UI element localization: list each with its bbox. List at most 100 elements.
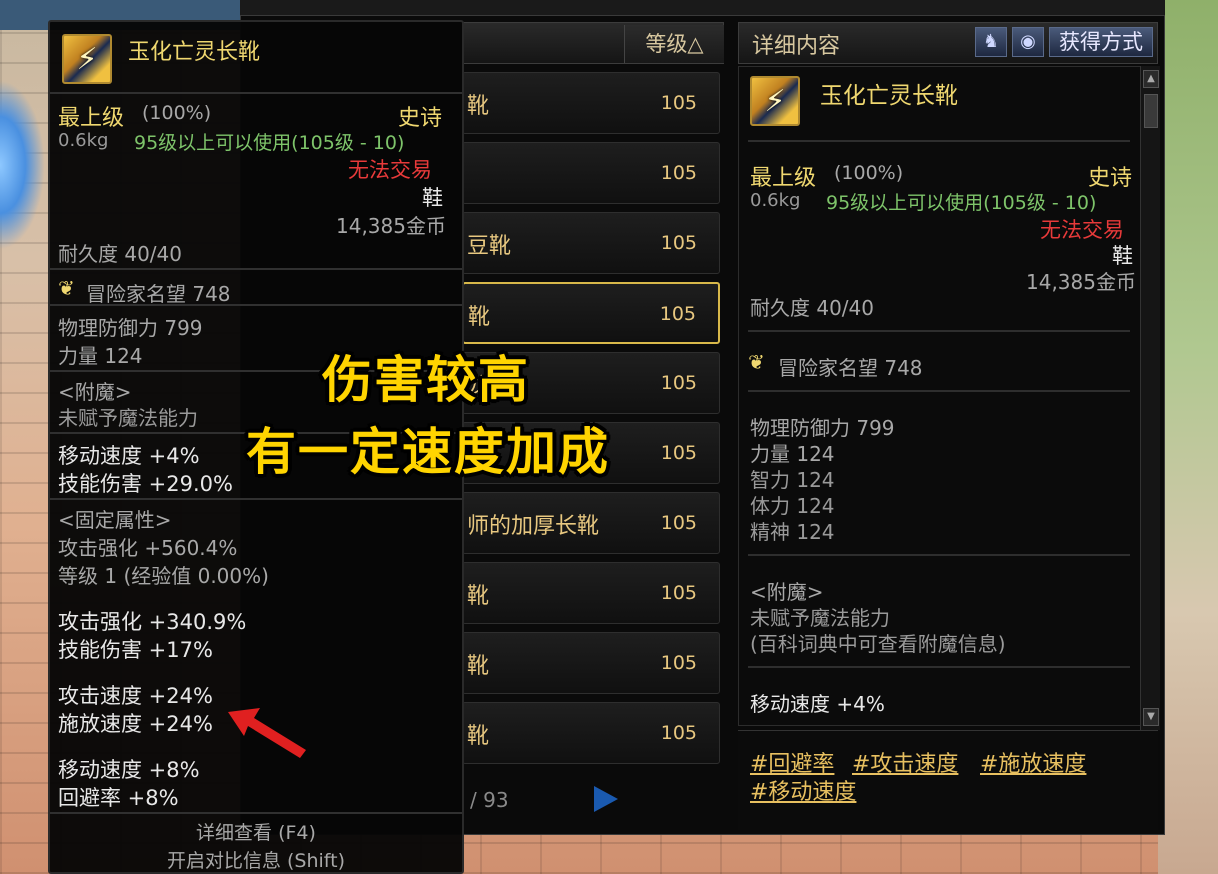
eye-icon[interactable]: ◉ bbox=[1012, 27, 1044, 57]
tooltip-fame: 冒险家名望 748 bbox=[86, 282, 231, 306]
fame-icon: ❦ bbox=[58, 276, 75, 300]
caption-line-2: 有一定速度加成 bbox=[246, 423, 610, 481]
tooltip-item-name: 玉化亡灵长靴 bbox=[128, 40, 261, 65]
list-item-level: 105 bbox=[660, 512, 697, 534]
divider bbox=[748, 140, 1130, 142]
fame-icon: ❦ bbox=[748, 350, 765, 374]
page-indicator: / 93 bbox=[470, 788, 509, 812]
tooltip-attack-boost: 攻击强化 +560.4% bbox=[58, 536, 238, 560]
tag-link[interactable]: #施放速度 bbox=[980, 746, 1086, 778]
background-foliage bbox=[1158, 0, 1218, 874]
detail-durability: 耐久度 40/40 bbox=[750, 296, 874, 320]
tooltip-move-speed: 移动速度 +4% bbox=[58, 444, 200, 468]
list-item-name: 师的加厚长靴 bbox=[467, 514, 600, 539]
detail-price: 14,385金币 bbox=[1026, 270, 1136, 294]
list-item-name: 靴 bbox=[467, 724, 490, 749]
background-glow bbox=[0, 80, 45, 250]
detail-enchant-none: 未赋予魔法能力 bbox=[750, 606, 890, 630]
list-item-level: 105 bbox=[660, 582, 697, 604]
tooltip-weight: 0.6kg bbox=[58, 130, 109, 151]
divider bbox=[50, 304, 462, 306]
list-item-selected[interactable]: 靴 105 bbox=[462, 282, 720, 344]
tooltip-attack-speed: 攻击速度 +24% bbox=[58, 684, 213, 708]
list-item-level: 105 bbox=[659, 303, 696, 325]
list-item-level: 105 bbox=[660, 722, 697, 744]
tooltip-requirement: 95级以上可以使用(105级 - 10) bbox=[134, 132, 405, 154]
divider bbox=[50, 92, 462, 94]
detail-scrollbar[interactable]: ▲ ▼ bbox=[1140, 66, 1160, 730]
tooltip-grade-pct: (100%) bbox=[142, 102, 212, 124]
tooltip-strength: 力量 124 bbox=[58, 344, 143, 368]
list-item-level: 105 bbox=[660, 232, 697, 254]
divider bbox=[50, 498, 462, 500]
detail-stat: 体力 124 bbox=[750, 494, 835, 518]
detail-title: 详细内容 bbox=[752, 34, 841, 59]
caption-line-1: 伤害较高 bbox=[322, 351, 530, 409]
tooltip-slot: 鞋 bbox=[422, 186, 443, 210]
detail-move-speed: 移动速度 +4% bbox=[750, 692, 885, 716]
tag-link[interactable]: #移动速度 bbox=[750, 774, 856, 806]
divider bbox=[748, 330, 1130, 332]
list-item-name: 豆靴 bbox=[467, 234, 512, 259]
list-item[interactable]: 105 bbox=[462, 142, 720, 204]
list-item-level: 105 bbox=[660, 162, 697, 184]
tooltip-evasion: 回避率 +8% bbox=[58, 786, 179, 810]
tooltip-level-exp: 等级 1 (经验值 0.00%) bbox=[58, 564, 269, 588]
detail-enchant-hint: (百科词典中可查看附魔信息) bbox=[750, 632, 1006, 656]
list-item-name: 靴 bbox=[467, 94, 490, 119]
tooltip-skill-damage: 技能伤害 +29.0% bbox=[58, 472, 233, 496]
detail-stat: 物理防御力 799 bbox=[750, 416, 895, 440]
detail-requirement: 95级以上可以使用(105级 - 10) bbox=[826, 192, 1097, 214]
tooltip-cast-speed: 施放速度 +24% bbox=[58, 712, 213, 736]
tooltip-price: 14,385金币 bbox=[336, 214, 446, 238]
tooltip-enchant-title: <附魔> bbox=[58, 380, 132, 404]
next-page-arrow-icon[interactable] bbox=[594, 786, 618, 812]
list-item-level: 105 bbox=[660, 442, 697, 464]
list-item-level: 105 bbox=[660, 372, 697, 394]
list-item[interactable]: 师的加厚长靴 105 bbox=[462, 492, 720, 554]
tooltip-grade: 最上级 bbox=[58, 106, 125, 131]
list-item[interactable]: 靴 105 bbox=[462, 72, 720, 134]
list-item-name: 靴 bbox=[467, 584, 490, 609]
tooltip-attack-boost: 攻击强化 +340.9% bbox=[58, 610, 247, 634]
scroll-down-icon[interactable]: ▼ bbox=[1143, 708, 1159, 726]
tag-link[interactable]: #攻击速度 bbox=[852, 746, 958, 778]
detail-item-name: 玉化亡灵长靴 bbox=[820, 83, 958, 109]
detail-grade-pct: (100%) bbox=[834, 162, 904, 184]
divider bbox=[50, 812, 462, 814]
list-item[interactable]: 靴 105 bbox=[462, 702, 720, 764]
list-item-name: 靴 bbox=[468, 305, 491, 330]
detail-grade: 最上级 bbox=[750, 166, 817, 191]
tooltip-footer-detail: 详细查看 (F4) bbox=[196, 822, 316, 844]
scroll-up-icon[interactable]: ▲ bbox=[1143, 70, 1159, 88]
window-top-bar bbox=[240, 0, 1165, 16]
acquisition-method-button[interactable]: 获得方式 bbox=[1049, 27, 1153, 57]
list-item-name: 靴 bbox=[467, 654, 490, 679]
list-item[interactable]: 靴 105 bbox=[462, 632, 720, 694]
tooltip-enchant-none: 未赋予魔法能力 bbox=[58, 406, 198, 430]
divider bbox=[50, 268, 462, 270]
divider bbox=[748, 666, 1130, 668]
scroll-thumb[interactable] bbox=[1144, 94, 1158, 128]
tooltip-rarity: 史诗 bbox=[398, 106, 443, 131]
sort-by-level-button[interactable]: 等级△ bbox=[624, 25, 724, 63]
list-item[interactable]: 豆靴 105 bbox=[462, 212, 720, 274]
detail-weight: 0.6kg bbox=[750, 190, 801, 211]
detail-enchant-title: <附魔> bbox=[750, 580, 824, 604]
divider bbox=[748, 390, 1130, 392]
detail-stat: 精神 124 bbox=[750, 520, 835, 544]
tooltip-move-speed: 移动速度 +8% bbox=[58, 758, 200, 782]
list-item-level: 105 bbox=[660, 652, 697, 674]
tooltip-defense: 物理防御力 799 bbox=[58, 316, 203, 340]
arrow-icon bbox=[228, 708, 306, 758]
tooltip-trade-status: 无法交易 bbox=[348, 158, 432, 182]
boots-icon: ⚡ bbox=[750, 76, 800, 126]
list-item-level: 105 bbox=[660, 92, 697, 114]
list-item[interactable]: 靴 105 bbox=[462, 562, 720, 624]
divider bbox=[748, 554, 1130, 556]
detail-fame: 冒险家名望 748 bbox=[778, 356, 923, 380]
tooltip-footer-compare: 开启对比信息 (Shift) bbox=[166, 850, 346, 872]
detail-stat: 智力 124 bbox=[750, 468, 835, 492]
detail-stat: 力量 124 bbox=[750, 442, 835, 466]
avatar-preview-icon[interactable]: ♞ bbox=[975, 27, 1007, 57]
